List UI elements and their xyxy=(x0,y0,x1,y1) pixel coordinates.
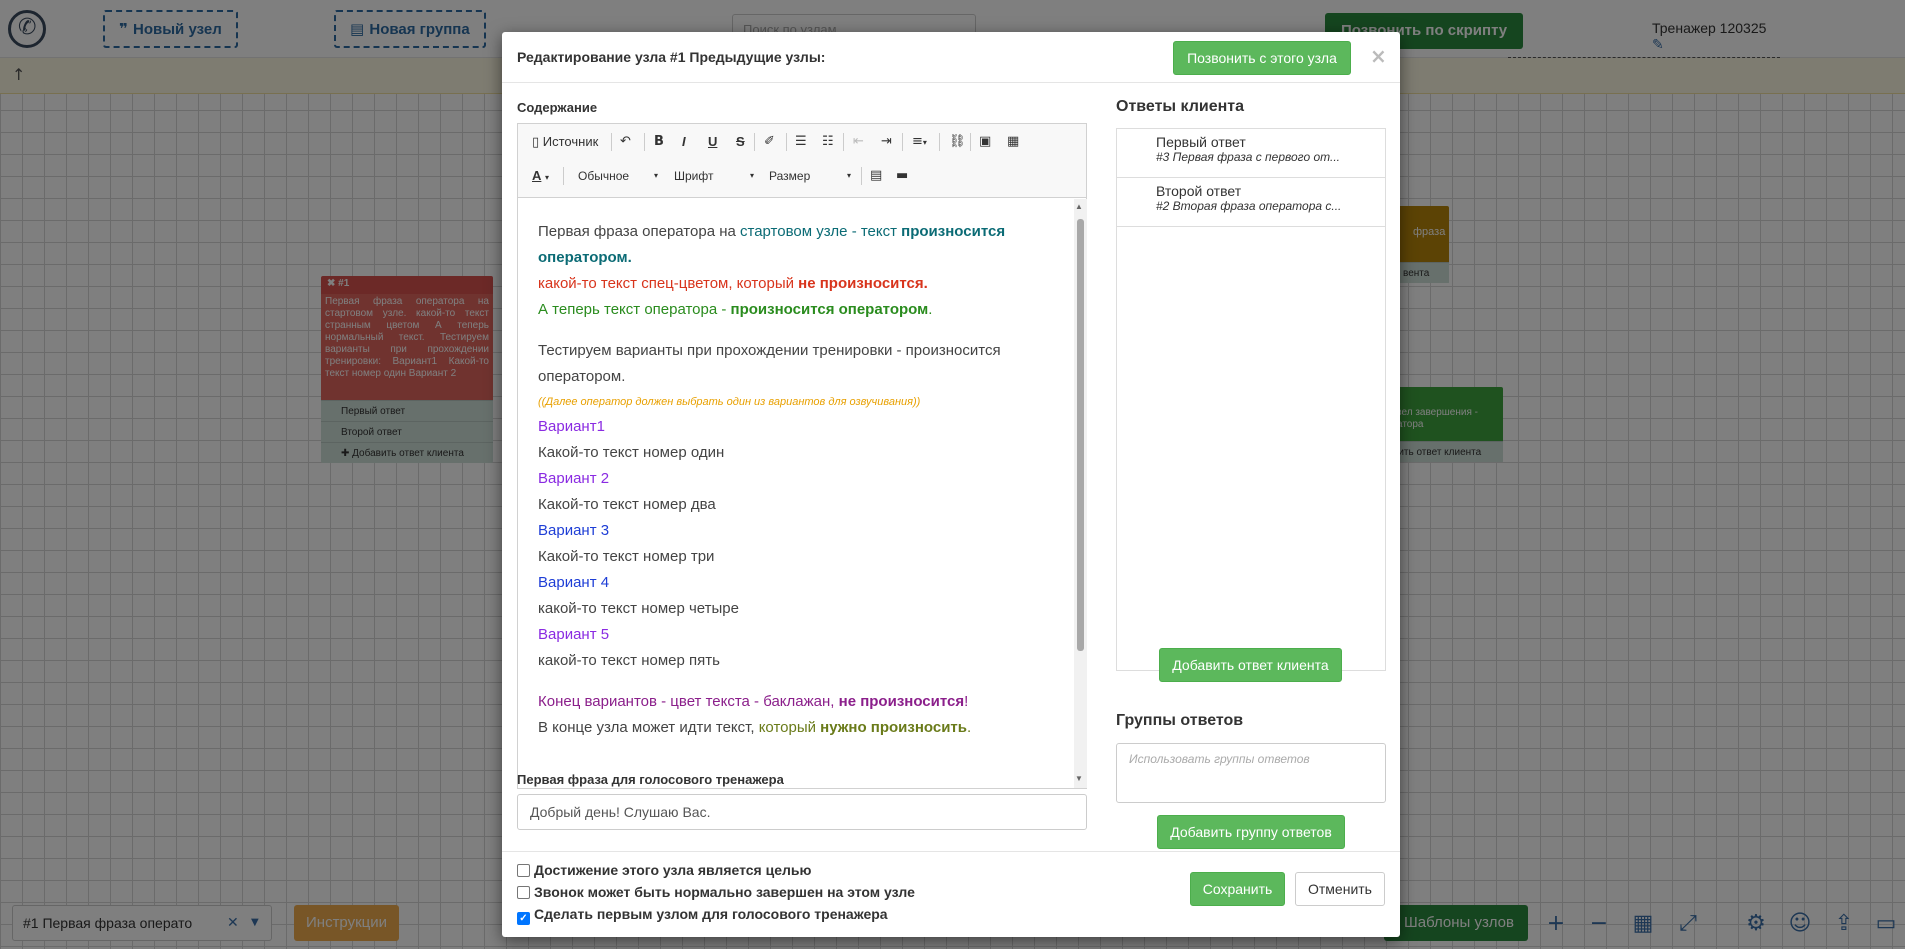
goal-checkbox[interactable]: Достижение этого узла является целью xyxy=(517,861,811,879)
strikethrough-icon[interactable]: S xyxy=(736,130,745,154)
add-client-answer-button[interactable]: Добавить ответ клиента xyxy=(1159,648,1342,682)
editor-content[interactable]: Первая фраза оператора на стартовом узле… xyxy=(518,199,1074,788)
first-voice-node-checkbox[interactable]: ✓ Сделать первым узлом для голосового тре… xyxy=(517,905,888,925)
list-item[interactable]: Второй ответ #2 Вторая фраза оператора с… xyxy=(1117,178,1385,227)
editor-toolbar: ▯ Источник ↶ B I U S ✐ ☰ ☷ ⇤ ⇥ ≡▾ ⛓ ▣ ▦ … xyxy=(518,124,1086,198)
client-answers-list: Первый ответ #3 Первая фраза с первого о… xyxy=(1116,128,1386,671)
format-dropdown[interactable]: Обычное ▾ xyxy=(578,165,658,187)
link-icon[interactable]: ⛓ xyxy=(949,130,966,154)
voice-phrase-input[interactable]: Добрый день! Слушаю Вас. xyxy=(517,794,1087,830)
comment-icon[interactable]: ▬ xyxy=(896,164,908,188)
end-call-checkbox[interactable]: Звонок может быть нормально завершен на … xyxy=(517,883,915,901)
voice-phrase-label: Первая фраза для голосового тренажера xyxy=(517,772,784,787)
modal-title: Редактирование узла #1 Предыдущие узлы: xyxy=(517,49,826,65)
cancel-button[interactable]: Отменить xyxy=(1295,872,1385,906)
rich-text-editor[interactable]: ▯ Источник ↶ B I U S ✐ ☰ ☷ ⇤ ⇥ ≡▾ ⛓ ▣ ▦ … xyxy=(517,123,1087,789)
format-paint-icon[interactable]: ✐ xyxy=(764,130,775,154)
save-button[interactable]: Сохранить xyxy=(1190,872,1285,906)
editor-scrollbar[interactable]: ▲ ▼ xyxy=(1074,199,1087,788)
scroll-thumb[interactable] xyxy=(1077,219,1084,651)
indent-icon[interactable]: ⇥ xyxy=(881,130,892,154)
template-icon[interactable]: ▤ xyxy=(870,164,882,188)
edit-node-modal: Редактирование узла #1 Предыдущие узлы: … xyxy=(502,32,1400,937)
content-label: Содержание xyxy=(517,100,598,115)
call-from-node-button[interactable]: Позвонить с этого узла xyxy=(1173,41,1351,75)
numbered-list-icon[interactable]: ☰ xyxy=(795,130,807,154)
source-button[interactable]: ▯ Источник xyxy=(532,130,598,154)
underline-icon[interactable]: U xyxy=(708,130,717,154)
close-icon[interactable]: × xyxy=(1370,44,1387,68)
undo-icon[interactable]: ↶ xyxy=(620,130,631,154)
answer-groups-label: Группы ответов xyxy=(1116,712,1244,729)
source-icon: ▯ xyxy=(532,135,540,150)
table-icon[interactable]: ▦ xyxy=(1007,130,1019,154)
bold-icon[interactable]: B xyxy=(654,130,664,154)
add-answer-group-button[interactable]: Добавить группу ответов xyxy=(1157,815,1345,849)
client-answers-label: Ответы клиента xyxy=(1116,98,1245,115)
italic-icon[interactable]: I xyxy=(682,130,686,154)
outdent-icon[interactable]: ⇤ xyxy=(853,130,864,154)
footer-divider xyxy=(502,851,1400,852)
list-item[interactable]: Первый ответ #3 Первая фраза с первого о… xyxy=(1117,129,1385,178)
image-icon[interactable]: ▣ xyxy=(979,130,991,154)
text-color-button[interactable]: A ▾ xyxy=(532,164,549,188)
font-dropdown[interactable]: Шрифт ▾ xyxy=(674,165,754,187)
bulleted-list-icon[interactable]: ☷ xyxy=(822,130,834,154)
answer-groups-input[interactable]: Использовать группы ответов xyxy=(1116,743,1386,803)
modal-header: Редактирование узла #1 Предыдущие узлы: … xyxy=(502,32,1400,83)
size-dropdown[interactable]: Размер ▾ xyxy=(769,165,851,187)
align-icon[interactable]: ≡▾ xyxy=(912,130,927,154)
